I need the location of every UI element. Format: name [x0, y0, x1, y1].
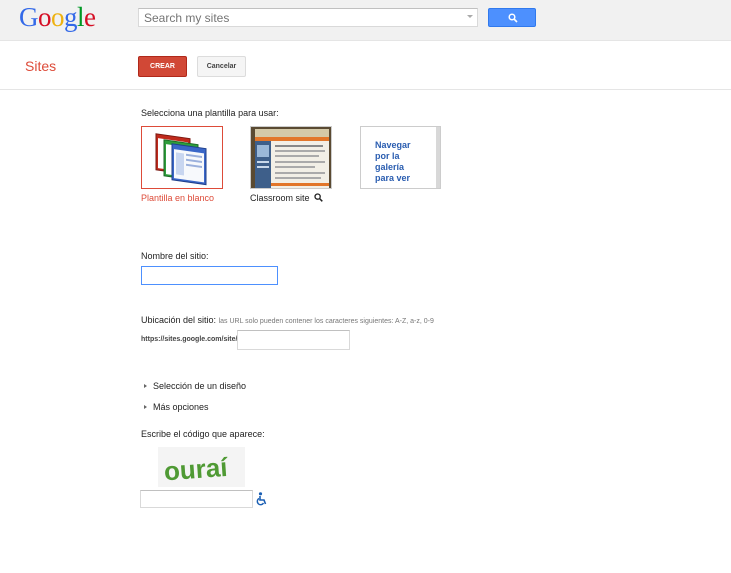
magnifier-icon[interactable]	[314, 193, 323, 202]
logo-letter: e	[84, 2, 96, 32]
theme-expander[interactable]: Selección de un diseño	[144, 381, 246, 391]
template-classroom[interactable]	[250, 126, 332, 189]
action-bar: Sites CREAR Cancelar	[0, 42, 731, 90]
search-input[interactable]	[139, 9, 459, 26]
blank-template-icon	[155, 133, 207, 186]
accessibility-icon[interactable]	[256, 492, 268, 506]
classroom-thumbnail	[251, 127, 331, 188]
browse-gallery-link[interactable]: Navegar por la galería para ver	[360, 126, 441, 189]
classroom-caption-label: Classroom site	[250, 193, 310, 203]
captcha-input[interactable]	[140, 490, 253, 508]
logo-letter: g	[64, 2, 78, 32]
top-bar: Google	[0, 0, 731, 41]
template-caption-blank[interactable]: Plantilla en blanco	[141, 193, 214, 203]
search-button[interactable]	[488, 8, 536, 27]
more-options-expander[interactable]: Más opciones	[144, 402, 209, 412]
more-options-label: Más opciones	[153, 402, 209, 412]
site-name-label: Nombre del sitio:	[141, 251, 209, 261]
logo-letter: G	[19, 2, 39, 32]
site-url-input[interactable]	[237, 330, 350, 350]
search-icon	[508, 13, 518, 23]
logo-letter: o	[51, 2, 65, 32]
url-prefix: https://sites.google.com/site/	[141, 336, 238, 343]
captcha-image: ouraí	[158, 447, 245, 487]
site-name-input[interactable]	[141, 266, 278, 285]
search-dropdown-icon[interactable]	[467, 15, 473, 18]
scrollbar[interactable]	[436, 127, 440, 188]
template-caption-classroom[interactable]: Classroom site	[250, 193, 323, 203]
search-box	[138, 8, 478, 27]
template-blank[interactable]	[141, 126, 223, 189]
location-note: las URL solo pueden contener los caracte…	[218, 318, 434, 325]
location-label: Ubicación del sitio:	[141, 315, 217, 325]
logo-letter: o	[38, 2, 52, 32]
captcha-text: ouraí	[163, 452, 229, 486]
google-logo[interactable]: Google	[19, 2, 96, 33]
theme-expander-label: Selección de un diseño	[153, 381, 247, 391]
browse-gallery-text[interactable]: Navegar por la galería para ver	[375, 140, 425, 184]
captcha-label: Escribe el código que aparece:	[141, 429, 265, 439]
triangle-right-icon	[144, 384, 147, 388]
location-row: Ubicación del sitio: las URL solo pueden…	[141, 315, 434, 325]
template-prompt: Selecciona una plantilla para usar:	[141, 108, 279, 118]
logo-letter: l	[77, 2, 85, 32]
create-button[interactable]: CREAR	[138, 56, 187, 77]
app-title[interactable]: Sites	[25, 58, 56, 74]
triangle-right-icon	[144, 405, 147, 409]
cancel-button[interactable]: Cancelar	[197, 56, 246, 77]
